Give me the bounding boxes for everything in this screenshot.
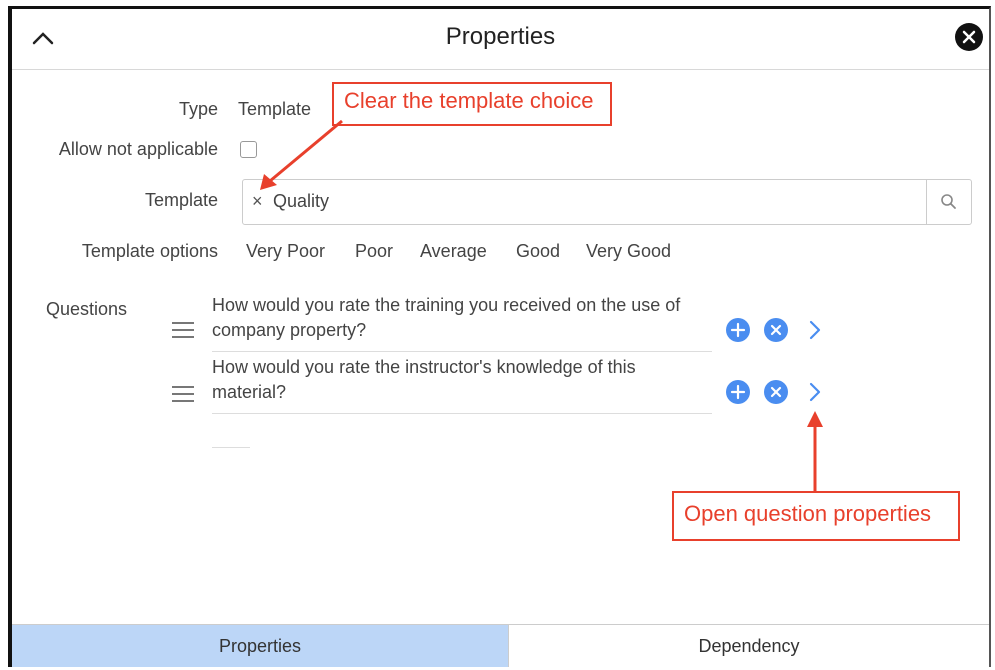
template-option: Poor [355,241,394,261]
template-option: Very Good [586,241,672,261]
template-field[interactable]: × Quality [242,179,972,225]
question-text[interactable]: How would you rate the training you rece… [212,293,712,352]
new-question-input[interactable] [212,447,250,448]
chevron-right-icon [809,382,821,402]
drag-handle-icon[interactable] [172,322,194,340]
open-question-properties-button[interactable] [807,381,823,403]
remove-question-button[interactable] [764,380,788,404]
type-label: Type [178,99,218,119]
template-value: Quality [273,191,330,211]
drag-handle-icon[interactable] [172,386,194,404]
plus-circle-icon [730,322,746,338]
panel-header: Properties [12,9,989,70]
close-icon [962,30,976,44]
panel-title: Properties [445,23,556,50]
remove-question-button[interactable] [764,318,788,342]
x-circle-icon [770,386,782,398]
add-question-button[interactable] [726,380,750,404]
template-option: Good [516,241,561,261]
bottom-tabs: Properties Dependency [12,624,989,667]
template-option: Very Poor [246,241,326,261]
tab-dependency[interactable]: Dependency [508,625,989,667]
questions-label: Questions [46,299,128,319]
tab-properties[interactable]: Properties [12,625,508,667]
allow-not-applicable-label: Allow not applicable [58,139,218,159]
template-option: Average [420,241,487,261]
template-label: Template [144,190,218,210]
properties-panel: Properties Type Template Allow not appli… [8,6,991,667]
search-icon [941,194,956,209]
template-options-label: Template options [81,241,218,261]
chevron-right-icon [809,320,821,340]
question-text[interactable]: How would you rate the instructor's know… [212,355,712,414]
close-button[interactable] [955,23,983,51]
clear-template-button[interactable]: × [252,191,263,212]
add-question-button[interactable] [726,318,750,342]
plus-circle-icon [730,384,746,400]
callout-clear-template: Clear the template choice [332,82,612,126]
open-question-properties-button[interactable] [807,319,823,341]
type-value: Template [238,99,312,119]
template-search-button[interactable] [926,180,971,224]
callout-open-question: Open question properties [672,491,960,541]
x-circle-icon [770,324,782,336]
allow-not-applicable-checkbox[interactable] [240,141,257,158]
